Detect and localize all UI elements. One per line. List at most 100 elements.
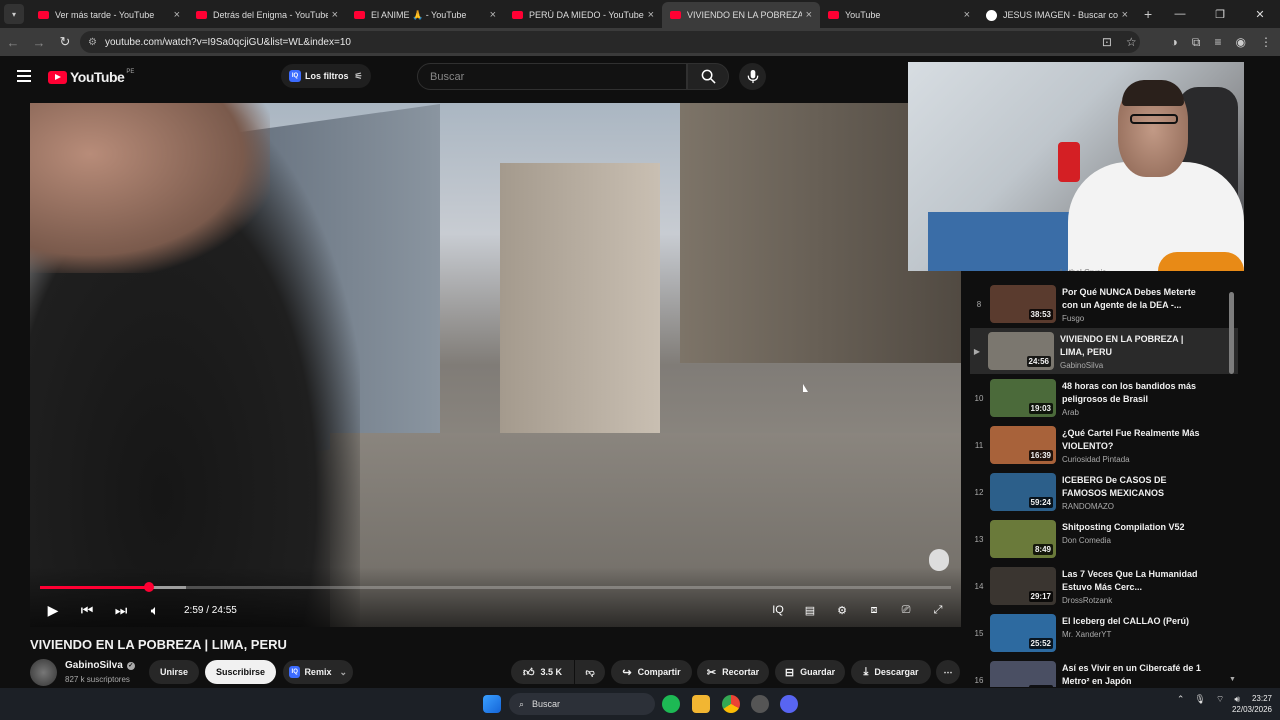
previous-icon[interactable]: ⏮ [70, 602, 104, 619]
video-thumbnail[interactable]: 21:38 [990, 661, 1056, 687]
obs-icon[interactable] [751, 695, 769, 713]
menu-hamburger-icon[interactable] [17, 70, 31, 85]
tray-mic-icon[interactable]: 🎙︎ [1194, 694, 1205, 705]
playlist-item[interactable]: 13 8:49 Shitposting Compilation V52 Don Com… [972, 516, 1240, 562]
forward-icon[interactable]: → [26, 35, 52, 50]
profile-avatar-icon[interactable]: ◉ [1236, 35, 1246, 49]
video-thumbnail[interactable]: 38:53 [990, 285, 1056, 323]
reload-icon[interactable]: ↻ [52, 34, 78, 50]
browser-tab[interactable]: PERÚ DA MIEDO - YouTube × [504, 2, 662, 28]
file-explorer-icon[interactable] [692, 695, 710, 713]
youtube-icon [670, 11, 681, 19]
video-player[interactable]: ▶ ⏮ ⏭ 🔈︎ 2:59 / 24:55 IQ ▤ ⚙ ⧈ ⎚ ⤢ [30, 103, 961, 627]
browser-tab[interactable]: VIVIENDO EN LA POBREZA | LIM × [662, 2, 820, 28]
tab-close-icon[interactable]: × [490, 9, 496, 21]
floating-extension-icon[interactable] [929, 549, 949, 571]
playlist-scrollbar[interactable] [1229, 292, 1234, 374]
video-thumbnail[interactable]: 59:24 [990, 473, 1056, 511]
tab-close-icon[interactable]: × [1122, 9, 1128, 21]
playlist-item[interactable]: ▶ 24:56 VIVIENDO EN LA POBREZA | LIMA, PER… [970, 328, 1238, 374]
playlist-item[interactable]: 8 38:53 Por Qué NUNCA Debes Meterte con un… [972, 281, 1240, 327]
filters-button[interactable]: IQ Los filtros ⚟ [281, 64, 371, 88]
volume-icon[interactable]: 🔈︎ [138, 602, 172, 619]
like-button[interactable]: 👍︎ 3.5 K [511, 660, 574, 684]
youtube-logo[interactable]: YouTube PE [48, 69, 134, 85]
scroll-down-icon[interactable]: ▼ [1229, 676, 1236, 683]
share-button[interactable]: ↪ Compartir [611, 660, 692, 684]
video-thumbnail[interactable]: 29:17 [990, 567, 1056, 605]
windows-start-icon[interactable] [483, 695, 501, 713]
playlist-item[interactable]: 11 16:39 ¿Qué Cartel Fue Realmente Más VIO… [972, 422, 1240, 468]
video-thumbnail[interactable]: 25:52 [990, 614, 1056, 652]
video-thumbnail[interactable]: 19:03 [990, 379, 1056, 417]
playlist-item[interactable]: 12 59:24 ICEBERG De CASOS DE FAMOSOS MEXIC… [972, 469, 1240, 515]
browser-tab[interactable]: Detrás del Enigma - YouTube × [188, 2, 346, 28]
dislike-button[interactable]: 👎︎ [575, 660, 605, 684]
browser-tab[interactable]: YouTube × [820, 2, 978, 28]
more-actions-button[interactable]: ⋯ [936, 660, 960, 684]
video-thumbnail[interactable]: 8:49 [990, 520, 1056, 558]
tab-search-dropdown-icon[interactable]: ▾ [4, 4, 24, 24]
channel-name-text: GabinoSilva [65, 660, 123, 671]
spotify-icon[interactable] [662, 695, 680, 713]
search-input[interactable]: Buscar [417, 63, 687, 90]
miniplayer-icon[interactable]: ⧈ [863, 604, 885, 617]
cast-icon[interactable]: ⎚ [895, 604, 917, 617]
channel-avatar[interactable] [30, 659, 57, 686]
browser-tab[interactable]: JESUS IMAGEN - Buscar con Goo × [978, 2, 1136, 28]
browser-tab[interactable]: Ver más tarde - YouTube × [30, 2, 188, 28]
playlist-item[interactable]: 14 29:17 Las 7 Veces Que La Humanidad Estu… [972, 563, 1240, 609]
join-button[interactable]: Unirse [149, 660, 199, 684]
close-window-icon[interactable]: ✕ [1240, 0, 1280, 28]
fullscreen-icon[interactable]: ⤢ [927, 604, 949, 617]
restore-icon[interactable]: ❐ [1200, 0, 1240, 28]
taskbar-search[interactable]: ⌕ Buscar [509, 693, 655, 715]
webcam-glasses [1130, 114, 1178, 124]
remix-button[interactable]: IQ Remix ⌄ [283, 660, 353, 684]
tab-close-icon[interactable]: × [964, 9, 970, 21]
site-info-icon[interactable]: ⚙ [88, 37, 97, 48]
tab-close-icon[interactable]: × [332, 9, 338, 21]
sliders-icon: ⚟ [354, 70, 363, 81]
clip-button[interactable]: ✂ Recortar [697, 660, 769, 684]
duration-badge: 19:03 [1028, 403, 1053, 414]
tab-close-icon[interactable]: × [806, 9, 812, 21]
subscribe-button[interactable]: Suscribirse [205, 660, 276, 684]
browser-menu-icon[interactable]: ⋮ [1260, 35, 1272, 49]
extension-icon[interactable]: ◑ [1171, 35, 1178, 49]
new-tab-button[interactable]: + [1144, 6, 1152, 22]
channel-name[interactable]: GabinoSilva ✓ [65, 660, 135, 671]
tray-chevron-icon[interactable]: ⌃ [1177, 694, 1185, 705]
tab-close-icon[interactable]: × [648, 9, 654, 21]
play-icon[interactable]: ▶ [36, 602, 70, 619]
taskbar-clock[interactable]: 23:27 22/03/2026 [1232, 693, 1272, 715]
playlist-item[interactable]: 16 21:38 Así es Vivir en un Cibercafé de 1… [972, 657, 1240, 687]
bookmark-star-icon[interactable]: ☆ [1126, 35, 1137, 49]
reading-list-icon[interactable]: ≡ [1215, 35, 1222, 49]
back-icon[interactable]: ← [0, 35, 26, 50]
video-thumbnail[interactable]: 16:39 [990, 426, 1056, 464]
browser-tab[interactable]: El ANIME 🙏 - YouTube × [346, 2, 504, 28]
search-button[interactable] [687, 63, 729, 90]
minimize-icon[interactable]: — [1160, 0, 1200, 28]
video-thumbnail[interactable]: 24:56 [988, 332, 1054, 370]
playlist-item[interactable]: 10 19:03 48 horas con los bandidos más pel… [972, 375, 1240, 421]
save-button[interactable]: ⊟ Guardar [775, 660, 845, 684]
subtitles-icon[interactable]: ▤ [799, 604, 821, 617]
voice-search-button[interactable] [739, 63, 766, 90]
iq-player-icon[interactable]: IQ [767, 604, 789, 616]
progress-bar[interactable] [40, 582, 951, 592]
tab-close-icon[interactable]: × [174, 9, 180, 21]
discord-icon[interactable] [780, 695, 798, 713]
settings-gear-icon[interactable]: ⚙ [831, 604, 853, 617]
download-button[interactable]: ⤓ Descargar [851, 660, 931, 684]
webcam-microphone [1058, 142, 1080, 182]
next-icon[interactable]: ⏭ [104, 602, 138, 619]
url-text: youtube.com/watch?v=I9Sa0qcjiGU&list=WL&… [104, 36, 351, 48]
chrome-icon[interactable] [722, 695, 740, 713]
install-app-icon[interactable]: ⊡ [1102, 35, 1112, 49]
url-bar[interactable]: ⚙ youtube.com/watch?v=I9Sa0qcjiGU&list=W… [80, 31, 1140, 53]
extensions-puzzle-icon[interactable]: ⧉ [1192, 35, 1201, 50]
playlist-item[interactable]: 15 25:52 El Iceberg del CALLAO (Perú) Mr. X… [972, 610, 1240, 656]
wifi-icon[interactable]: ⌔ [1216, 694, 1224, 705]
